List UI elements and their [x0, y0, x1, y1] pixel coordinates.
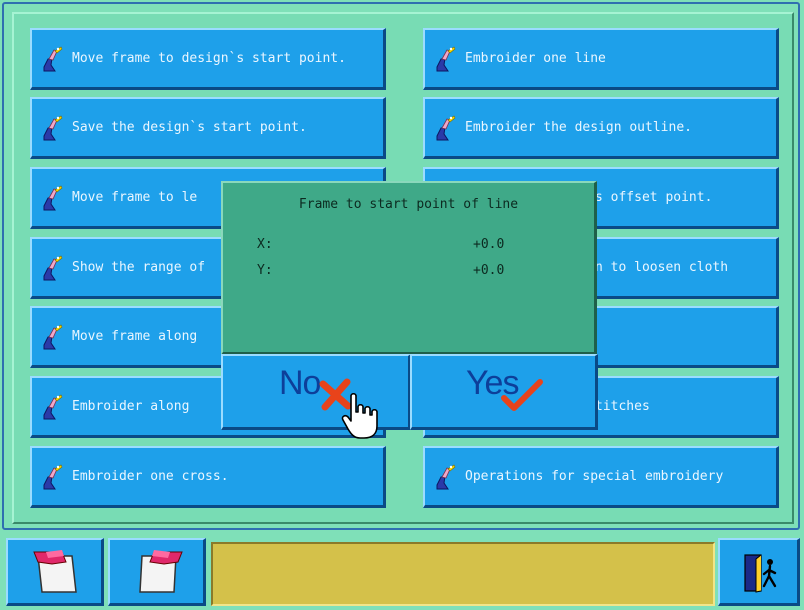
- toolbar-button-1[interactable]: [6, 538, 104, 606]
- embroider-one-line-button[interactable]: Embroider one line: [423, 28, 779, 90]
- no-button[interactable]: No: [221, 354, 411, 439]
- check-icon: [501, 379, 543, 411]
- menu-item-label: n to loosen cloth: [595, 260, 729, 275]
- embroider-outline-button[interactable]: Embroider the design outline.: [423, 97, 779, 159]
- needle-hand-icon: [43, 115, 63, 140]
- status-field: [211, 542, 715, 606]
- no-label: No: [279, 364, 321, 402]
- x-value: +0.0: [473, 237, 505, 252]
- needle-hand-icon: [43, 46, 63, 71]
- page-with-hand-icon: [139, 550, 183, 593]
- hand-pointer-icon: [341, 392, 378, 439]
- needle-hand-icon: [43, 394, 63, 419]
- needle-hand-icon: [436, 46, 456, 71]
- menu-item-label: titches: [595, 399, 650, 414]
- needle-hand-icon: [43, 255, 63, 280]
- y-value: +0.0: [473, 263, 505, 278]
- needle-hand-icon: [43, 185, 63, 210]
- x-label: X:: [257, 237, 273, 252]
- needle-hand-icon: [43, 464, 63, 489]
- needle-hand-icon: [436, 464, 456, 489]
- needle-hand-icon: [436, 115, 456, 140]
- menu-item-label: Embroider one cross.: [72, 469, 229, 484]
- exit-button[interactable]: [718, 538, 800, 606]
- menu-item-label: Move frame to design`s start point.: [72, 51, 346, 66]
- yes-button[interactable]: Yes: [410, 354, 598, 430]
- menu-item-label: Embroider the design outline.: [465, 120, 692, 135]
- toolbar-button-2[interactable]: [108, 538, 206, 606]
- frame-to-start-dialog: Frame to start point of line X: +0.0 Y: …: [221, 181, 597, 355]
- menu-item-label: Embroider along: [72, 399, 190, 414]
- page-with-hand-icon: [33, 550, 77, 593]
- menu-item-label: Move frame along: [72, 329, 198, 344]
- embroider-one-cross-button[interactable]: Embroider one cross.: [30, 446, 386, 508]
- menu-item-label: Save the design`s start point.: [72, 120, 307, 135]
- move-frame-to-start-button[interactable]: Move frame to design`s start point.: [30, 28, 386, 90]
- dialog-title: Frame to start point of line: [298, 197, 519, 212]
- menu-item-label: Operations for special embroidery: [465, 469, 724, 484]
- menu-item-label: s offset point.: [595, 190, 713, 205]
- special-embroidery-button[interactable]: Operations for special embroidery: [423, 446, 779, 508]
- menu-item-label: Embroider one line: [465, 51, 606, 66]
- exit-door-icon: [744, 554, 777, 593]
- save-start-point-button[interactable]: Save the design`s start point.: [30, 97, 386, 159]
- needle-hand-icon: [43, 324, 63, 349]
- y-label: Y:: [257, 263, 273, 278]
- menu-item-label: Move frame to le: [72, 190, 198, 205]
- menu-item-label: Show the range of: [72, 260, 206, 275]
